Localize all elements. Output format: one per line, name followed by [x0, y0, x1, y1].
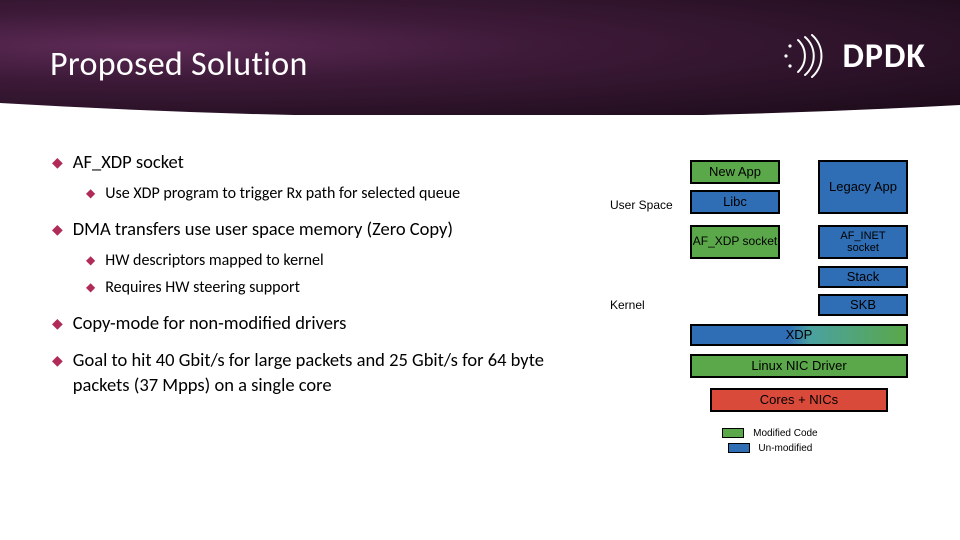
- list-item: ◆ Copy-mode for non-modified drivers: [52, 311, 572, 336]
- box-afinet-line1: AF_INET: [840, 230, 885, 242]
- slide-title: Proposed Solution: [50, 44, 308, 85]
- slide-header: Proposed Solution DPDK: [0, 0, 960, 115]
- bullet-icon: ◆: [52, 315, 63, 334]
- bullet-text: AF_XDP socket: [73, 150, 184, 175]
- box-skb: SKB: [818, 294, 908, 316]
- bullet-icon: ◆: [86, 280, 95, 296]
- bullet-text: DMA transfers use user space memory (Zer…: [73, 217, 453, 242]
- bullet-icon: ◆: [86, 186, 95, 202]
- box-linux-nic-driver: Linux NIC Driver: [690, 354, 908, 378]
- bullet-icon: ◆: [52, 221, 63, 240]
- dpdk-logo-text: DPDK: [842, 36, 926, 77]
- box-afxdp-socket: AF_XDP socket: [690, 225, 780, 259]
- box-xdp: XDP: [690, 324, 908, 346]
- kernel-label: Kernel: [610, 298, 645, 312]
- bullet-icon: ◆: [52, 154, 63, 173]
- legend: Modified Code Un-modified: [610, 424, 930, 454]
- bullet-icon: ◆: [86, 253, 95, 269]
- bullet-text: Copy-mode for non-modified drivers: [73, 311, 347, 336]
- box-afxdp-line1: AF_XDP socket: [693, 234, 777, 248]
- list-item: ◆ Use XDP program to trigger Rx path for…: [86, 183, 572, 205]
- list-item: ◆ DMA transfers use user space memory (Z…: [52, 217, 572, 299]
- legend-modified-label: Modified Code: [753, 428, 817, 439]
- list-item: ◆ AF_XDP socket ◆ Use XDP program to tri…: [52, 150, 572, 205]
- legend-row: Un-modified: [610, 443, 930, 454]
- legend-swatch-blue: [728, 443, 750, 453]
- box-new-app: New App: [690, 160, 780, 184]
- legend-row: Modified Code: [610, 428, 930, 439]
- header-swoosh: [0, 103, 960, 121]
- bullet-text: Goal to hit 40 Gbit/s for large packets …: [73, 348, 572, 398]
- list-item: ◆ Goal to hit 40 Gbit/s for large packet…: [52, 348, 572, 398]
- bullet-text: HW descriptors mapped to kernel: [105, 250, 323, 272]
- list-item: ◆ HW descriptors mapped to kernel: [86, 250, 572, 272]
- dpdk-logo: DPDK: [778, 34, 926, 78]
- box-cores-nics: Cores + NICs: [710, 388, 888, 412]
- bullet-icon: ◆: [52, 352, 63, 371]
- box-stack: Stack: [818, 266, 908, 288]
- box-afinet-line2: socket: [847, 242, 879, 254]
- bullet-text: Use XDP program to trigger Rx path for s…: [105, 183, 460, 205]
- bullet-list: ◆ AF_XDP socket ◆ Use XDP program to tri…: [52, 150, 572, 410]
- list-item: ◆ Requires HW steering support: [86, 277, 572, 299]
- bullet-text: Requires HW steering support: [105, 277, 300, 299]
- box-libc: Libc: [690, 190, 780, 214]
- user-space-label: User Space: [610, 198, 673, 212]
- box-afinet-socket: AF_INETsocket: [818, 225, 908, 259]
- dpdk-logo-icon: [778, 34, 830, 78]
- legend-swatch-green: [722, 428, 744, 438]
- box-legacy-app: Legacy App: [818, 160, 908, 214]
- legend-unmodified-label: Un-modified: [758, 443, 812, 454]
